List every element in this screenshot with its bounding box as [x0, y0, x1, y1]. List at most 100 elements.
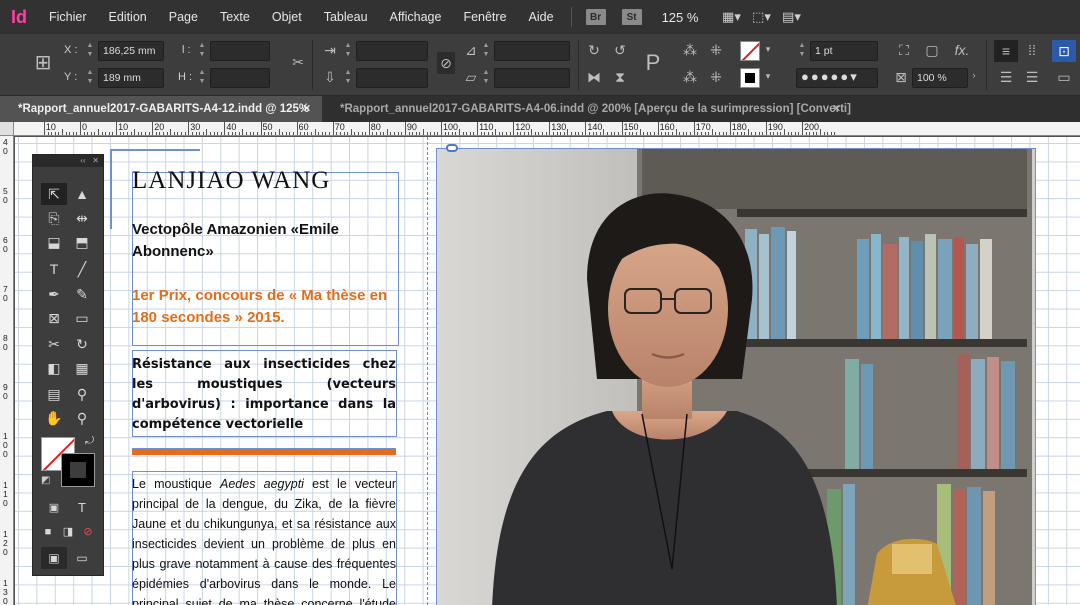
menu-affichage[interactable]: Affichage	[379, 0, 453, 34]
ruler-origin[interactable]	[0, 122, 14, 136]
rectangle-tool-icon[interactable]: ▭	[69, 307, 95, 329]
content-collector-icon[interactable]: ⬓	[41, 231, 67, 253]
vertical-ruler[interactable]: 40 50 60 70 80 90 100 110 120 130	[0, 136, 14, 605]
fit-content-icon[interactable]: ▢	[922, 42, 942, 59]
menu-page[interactable]: Page	[158, 0, 209, 34]
orange-divider[interactable]	[132, 448, 396, 455]
apply-none-icon[interactable]: ⊘	[75, 521, 101, 543]
distribute-icon[interactable]: ⊡	[1052, 40, 1076, 62]
stroke-swatch[interactable]	[740, 68, 760, 88]
constrain-proportions-icon[interactable]: ✂	[288, 54, 308, 71]
free-transform-tool-icon[interactable]: ↻	[69, 333, 95, 355]
formatting-container-icon[interactable]: ▣	[41, 497, 67, 519]
pencil-tool-icon[interactable]: ✎	[69, 283, 95, 305]
line-tool-icon[interactable]: ╱	[69, 258, 95, 280]
portrait-image-frame[interactable]	[436, 148, 1036, 605]
bridge-button[interactable]: Br	[585, 9, 606, 25]
y-spinner[interactable]: ▲ ▼	[84, 68, 96, 88]
scale-x-spinner[interactable]: ▲ ▼	[342, 41, 354, 61]
menu-fichier[interactable]: Fichier	[38, 0, 98, 34]
screen-mode-preview-icon[interactable]: ▭	[69, 547, 95, 569]
scale-y-field[interactable]	[356, 68, 428, 88]
fill-dropdown-icon[interactable]: ▾	[762, 44, 774, 55]
zoom-tool-icon[interactable]: ⚲	[69, 407, 95, 429]
prize-text[interactable]: 1er Prix, concours de « Ma thèse en 180 …	[132, 285, 392, 329]
rectangle-frame-tool-icon[interactable]: ⊠	[41, 307, 67, 329]
menu-texte[interactable]: Texte	[209, 0, 261, 34]
fill-none-swatch[interactable]	[740, 41, 760, 61]
effects-fx-icon[interactable]: fx.	[950, 42, 974, 58]
x-field[interactable]: 186,25 mm	[98, 41, 164, 61]
select-previous-icon[interactable]: ⁜	[706, 69, 726, 86]
pen-tool-icon[interactable]: ✒	[41, 283, 67, 305]
gap-tool-icon[interactable]: ⇹	[69, 207, 95, 229]
zoom-level[interactable]: 125 %	[662, 10, 699, 25]
scale-y-spinner[interactable]: ▲ ▼	[342, 68, 354, 88]
opacity-field[interactable]: 100 %	[912, 68, 968, 88]
menu-objet[interactable]: Objet	[261, 0, 313, 34]
default-colors-icon[interactable]: ◩	[41, 475, 50, 486]
page-tool-icon[interactable]: ⎘	[41, 207, 67, 229]
align-text-left-icon[interactable]: ≡	[994, 40, 1018, 62]
hand-tool-icon[interactable]: ✋	[41, 407, 67, 429]
tools-panel-header[interactable]: ‹‹ ✕	[33, 155, 103, 167]
scale-x-field[interactable]	[356, 41, 428, 61]
menu-aide[interactable]: Aide	[518, 0, 565, 34]
select-content-icon[interactable]: ⁂	[680, 69, 700, 86]
select-next-icon[interactable]: ⁜	[706, 42, 726, 59]
selection-tool-icon[interactable]: ⇱	[41, 183, 67, 205]
affiliation-text[interactable]: Vectopôle Amazonien «Emile Abonnenc»	[132, 219, 392, 263]
rotate-spinner[interactable]: ▲ ▼	[480, 41, 492, 61]
menu-edition[interactable]: Edition	[98, 0, 158, 34]
align-text-center-icon[interactable]: ⁞⁞	[1022, 42, 1042, 58]
thesis-title[interactable]: Résistance aux insecticides chez les mou…	[132, 355, 396, 435]
text-wrap-alt-icon[interactable]: ☰	[1022, 69, 1042, 86]
close-icon[interactable]: ✕	[302, 96, 311, 122]
link-icon[interactable]	[446, 144, 458, 152]
x-spinner[interactable]: ▲ ▼	[84, 41, 96, 61]
note-tool-icon[interactable]: ▤	[41, 383, 67, 405]
stroke-type-select[interactable]: ●●●●●▾	[796, 68, 878, 88]
opacity-dropdown-icon[interactable]: ›	[968, 70, 980, 80]
content-placer-icon[interactable]: ⬒	[69, 231, 95, 253]
rotate-field[interactable]	[494, 41, 570, 61]
width-field[interactable]	[210, 41, 270, 61]
screen-mode-icon[interactable]: ⬚▾	[746, 0, 776, 34]
stroke-dropdown-icon[interactable]: ▾	[762, 71, 774, 82]
frame-fitting-icon[interactable]: ⛶	[894, 42, 914, 59]
menu-tableau[interactable]: Tableau	[313, 0, 379, 34]
width-spinner[interactable]: ▲ ▼	[196, 41, 208, 61]
flip-horizontal-icon[interactable]: ⧓	[584, 69, 604, 86]
text-wrap-icon[interactable]: ☰	[994, 69, 1018, 86]
view-options-icon[interactable]: ▦▾	[716, 0, 746, 34]
scissors-tool-icon[interactable]: ✂	[41, 333, 67, 355]
gradient-feather-tool-icon[interactable]: ▦	[69, 357, 95, 379]
stock-button[interactable]: St	[621, 9, 642, 25]
tab-document-a4-12[interactable]: *Rapport_annuel2017-GABARITS-A4-12.indd …	[0, 96, 322, 122]
height-field[interactable]	[210, 68, 270, 88]
body-text[interactable]: Le moustique Aedes aegypti est le vecteu…	[132, 474, 396, 605]
select-container-icon[interactable]: ⁂	[680, 42, 700, 59]
gradient-swatch-tool-icon[interactable]: ◧	[41, 357, 67, 379]
stroke-swatch[interactable]	[61, 453, 95, 487]
panel-menu-icon[interactable]: ▭	[1052, 69, 1076, 86]
stroke-weight-spinner[interactable]: ▲ ▼	[796, 41, 808, 61]
horizontal-ruler[interactable]: 10 0 10 20 30 40 50 60 70 80 90 100 110 120 130 140 150 1…	[14, 122, 1080, 136]
link-scale-icon[interactable]: ⊘	[437, 52, 455, 74]
tab-document-a4-06[interactable]: *Rapport_annuel2017-GABARITS-A4-06.indd …	[322, 96, 862, 122]
swap-colors-icon[interactable]: ⤾	[85, 435, 94, 448]
rotate-cw-icon[interactable]: ↻	[584, 42, 604, 59]
reference-point-icon[interactable]: ⊞	[30, 50, 56, 76]
formatting-text-icon[interactable]: T	[69, 497, 95, 519]
arrange-documents-icon[interactable]: ▤▾	[776, 0, 806, 34]
close-icon[interactable]: ✕	[832, 96, 841, 122]
shear-spinner[interactable]: ▲ ▼	[480, 68, 492, 88]
person-name[interactable]: LANJIAO WANG	[132, 167, 330, 195]
height-spinner[interactable]: ▲ ▼	[196, 68, 208, 88]
stroke-weight-field[interactable]: 1 pt	[810, 41, 878, 61]
flip-vertical-icon[interactable]: ⧗	[610, 69, 630, 86]
eyedropper-tool-icon[interactable]: ⚲	[69, 383, 95, 405]
y-field[interactable]: 189 mm	[98, 68, 164, 88]
shear-field[interactable]	[494, 68, 570, 88]
menu-fenetre[interactable]: Fenêtre	[452, 0, 517, 34]
